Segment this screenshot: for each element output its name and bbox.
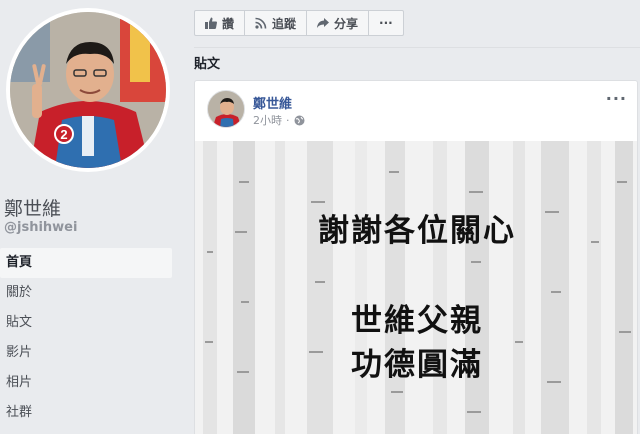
- share-arrow-icon: [317, 18, 330, 28]
- post-avatar-illustration: [208, 91, 244, 127]
- page-nav: 首頁 關於 貼文 影片 相片 社群: [0, 248, 172, 428]
- main-column: 讚 追蹤 分享 ··· 貼文 鄭世維 2小時 · ··· 謝謝各位關心 世維父親…: [182, 0, 640, 434]
- post-image[interactable]: 謝謝各位關心 世維父親 功德圓滿: [195, 141, 637, 434]
- post-author-name[interactable]: 鄭世維: [253, 93, 292, 112]
- nav-item-photos[interactable]: 相片: [0, 368, 172, 398]
- profile-picture-frame[interactable]: 2: [6, 8, 170, 172]
- page-action-bar: 讚 追蹤 分享 ···: [194, 10, 404, 36]
- page-handle[interactable]: @jshihwei: [4, 220, 77, 235]
- post-card: 鄭世維 2小時 · ··· 謝謝各位關心 世維父親 功德圓滿: [194, 80, 638, 434]
- post-options-button[interactable]: ···: [606, 89, 627, 108]
- profile-photo-illustration: 2: [10, 12, 166, 168]
- share-page-button[interactable]: 分享: [307, 11, 370, 35]
- image-text-line-1: 謝謝各位關心: [318, 213, 516, 249]
- nav-item-videos[interactable]: 影片: [0, 338, 172, 368]
- post-header: 鄭世維 2小時 · ···: [195, 81, 637, 141]
- nav-item-posts[interactable]: 貼文: [0, 308, 172, 338]
- avatar-badge-number: 2: [60, 127, 67, 142]
- image-text-line-2: 世維父親: [351, 303, 483, 339]
- nav-item-community[interactable]: 社群: [0, 398, 172, 428]
- nav-item-home[interactable]: 首頁: [0, 248, 172, 278]
- thumbs-up-icon: [205, 17, 217, 29]
- post-author-avatar[interactable]: [207, 90, 245, 128]
- page-sidebar: 2 鄭世維 @jshihwei 首頁 關於 貼文 影片 相片 社群: [0, 0, 182, 434]
- meta-separator: ·: [286, 113, 290, 127]
- globe-icon[interactable]: [294, 115, 305, 126]
- follow-page-button[interactable]: 追蹤: [245, 11, 308, 35]
- post-timestamp[interactable]: 2小時: [253, 112, 282, 128]
- more-options-button[interactable]: ···: [369, 11, 403, 35]
- section-divider: [194, 47, 640, 48]
- like-page-button[interactable]: 讚: [195, 11, 246, 35]
- birch-trees-background: [195, 141, 637, 434]
- follow-button-label: 追蹤: [272, 16, 297, 31]
- rss-follow-icon: [255, 17, 267, 29]
- page-name[interactable]: 鄭世維: [4, 194, 61, 221]
- profile-picture[interactable]: 2: [10, 12, 166, 168]
- like-button-label: 讚: [222, 16, 235, 31]
- posts-section-title: 貼文: [194, 57, 221, 72]
- more-dots-icon: ···: [379, 16, 393, 30]
- post-meta: 2小時 ·: [253, 112, 305, 128]
- share-button-label: 分享: [334, 16, 359, 31]
- image-text-line-3: 功德圓滿: [351, 347, 483, 383]
- nav-item-about[interactable]: 關於: [0, 278, 172, 308]
